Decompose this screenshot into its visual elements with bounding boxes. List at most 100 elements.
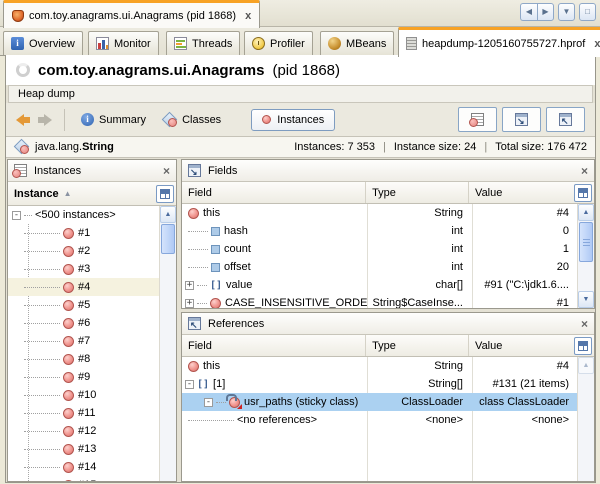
table-row[interactable]: offsetint20 bbox=[182, 258, 577, 276]
instance-row[interactable]: #11 bbox=[8, 404, 159, 422]
scrollbar-thumb[interactable] bbox=[579, 222, 593, 262]
scroll-down-button[interactable]: ▼ bbox=[578, 291, 594, 308]
close-panel-icon[interactable]: × bbox=[163, 166, 170, 176]
tab-mbeans[interactable]: MBeans bbox=[320, 31, 394, 55]
references-pane-button[interactable] bbox=[546, 107, 585, 132]
expand-expander-icon[interactable]: + bbox=[185, 299, 194, 308]
type-cell: String bbox=[367, 357, 471, 375]
table-row[interactable]: -[][1]String[]#131 (21 items) bbox=[182, 375, 577, 393]
panel-title: References bbox=[208, 318, 264, 330]
field-cell: hash bbox=[182, 222, 367, 240]
table-row[interactable]: thisString#4 bbox=[182, 357, 577, 375]
tree-line bbox=[24, 449, 60, 450]
tab-profiler[interactable]: Profiler bbox=[244, 31, 313, 55]
instances-toggle-button[interactable]: Instances bbox=[251, 109, 335, 131]
value-column-header[interactable]: Value bbox=[468, 335, 572, 356]
table-row[interactable]: hashint0 bbox=[182, 222, 577, 240]
scroll-up-button[interactable]: ▲ bbox=[578, 204, 594, 221]
collapse-expander-icon[interactable]: - bbox=[185, 380, 194, 389]
fields-body: thisString#4hashint0countint1offsetint20… bbox=[182, 204, 594, 308]
instance-icon bbox=[63, 444, 74, 455]
class-statistics: Instances: 7 353 | Instance size: 24 | T… bbox=[294, 141, 587, 153]
column-chooser-button[interactable] bbox=[156, 185, 174, 203]
tree-root-row[interactable]: -<500 instances> bbox=[8, 206, 159, 224]
instance-icon bbox=[262, 115, 271, 124]
close-panel-icon[interactable]: × bbox=[581, 319, 588, 329]
column-chooser-button[interactable] bbox=[574, 337, 592, 355]
value-cell: #131 (21 items) bbox=[471, 375, 577, 393]
tab-threads[interactable]: Threads bbox=[166, 31, 240, 55]
instance-column-header[interactable]: Instance ▲ bbox=[8, 182, 154, 205]
pane-toggle-buttons bbox=[458, 107, 585, 132]
instance-row[interactable]: #1 bbox=[8, 224, 159, 242]
back-button[interactable] bbox=[16, 114, 30, 126]
type-cell: String$CaseInse... bbox=[367, 294, 471, 308]
table-row[interactable]: <no references><none><none> bbox=[182, 411, 577, 429]
collapse-expander-icon[interactable]: - bbox=[12, 211, 21, 220]
scroll-tabs-right-button[interactable]: ▶ bbox=[537, 3, 554, 21]
table-row[interactable]: countint1 bbox=[182, 240, 577, 258]
tab-scroll-buttons: ◀ ▶ bbox=[520, 3, 554, 21]
fields-scrollbar[interactable]: ▲ ▼ bbox=[577, 204, 594, 308]
field-column-header[interactable]: Field bbox=[182, 335, 365, 356]
classloader-loop-icon bbox=[229, 397, 240, 408]
table-row[interactable]: thisString#4 bbox=[182, 204, 577, 222]
references-scrollbar[interactable]: ▲ bbox=[577, 357, 594, 481]
expand-expander-icon[interactable]: + bbox=[185, 281, 194, 290]
close-tab-icon[interactable]: x bbox=[594, 39, 600, 49]
tab-heapdump[interactable]: heapdump-1205160755727.hprof x bbox=[398, 27, 600, 57]
instance-row[interactable]: #6 bbox=[8, 314, 159, 332]
classes-button[interactable]: Classes bbox=[158, 110, 225, 130]
type-column-header[interactable]: Type bbox=[365, 182, 468, 203]
instance-row[interactable]: #4 bbox=[8, 278, 159, 296]
scrollbar-thumb[interactable] bbox=[161, 224, 175, 254]
instances-pane-button[interactable] bbox=[458, 107, 497, 132]
scroll-up-button[interactable]: ▲ bbox=[160, 206, 176, 223]
instance-row[interactable]: #13 bbox=[8, 440, 159, 458]
instance-label: #15 bbox=[78, 479, 96, 481]
tab-overview[interactable]: Overview bbox=[3, 31, 83, 55]
instance-row[interactable]: #8 bbox=[8, 350, 159, 368]
tree-line bbox=[24, 377, 60, 378]
selected-class-bar: java.lang.String Instances: 7 353 | Inst… bbox=[6, 137, 595, 158]
forward-button[interactable] bbox=[38, 114, 52, 126]
instance-row[interactable]: #10 bbox=[8, 386, 159, 404]
field-column-header[interactable]: Field bbox=[182, 182, 365, 203]
instance-label: #3 bbox=[78, 263, 90, 275]
close-panel-icon[interactable]: × bbox=[581, 166, 588, 176]
table-row[interactable]: +[]valuechar[]#91 ("C:\jdk1.6.... bbox=[182, 276, 577, 294]
instance-row[interactable]: #14 bbox=[8, 458, 159, 476]
instance-row[interactable]: #12 bbox=[8, 422, 159, 440]
instance-row[interactable]: #2 bbox=[8, 242, 159, 260]
tree-line bbox=[24, 395, 60, 396]
scroll-up-button[interactable]: ▲ bbox=[578, 357, 594, 374]
tab-monitor[interactable]: Monitor bbox=[88, 31, 159, 55]
visualvm-window: com.toy.anagrams.ui.Anagrams (pid 1868) … bbox=[0, 0, 600, 484]
column-chooser-button[interactable] bbox=[574, 184, 592, 202]
scroll-tabs-left-button[interactable]: ◀ bbox=[520, 3, 537, 21]
instance-row[interactable]: #9 bbox=[8, 368, 159, 386]
table-row[interactable]: -usr_paths (sticky class)ClassLoaderclas… bbox=[182, 393, 577, 411]
instances-scrollbar[interactable]: ▲ bbox=[159, 206, 176, 481]
maximize-button[interactable]: □ bbox=[579, 3, 596, 21]
instance-row[interactable]: #15 bbox=[8, 476, 159, 481]
type-column-header[interactable]: Type bbox=[365, 335, 468, 356]
fields-pane-icon bbox=[515, 113, 528, 126]
summary-button[interactable]: Summary bbox=[77, 110, 150, 129]
progress-spinner-icon bbox=[16, 63, 30, 77]
instance-label: #10 bbox=[78, 389, 96, 401]
value-cell: #4 bbox=[471, 204, 577, 222]
instance-row[interactable]: #5 bbox=[8, 296, 159, 314]
instance-row[interactable]: #3 bbox=[8, 260, 159, 278]
close-tab-icon[interactable]: x bbox=[245, 11, 251, 21]
fields-pane-button[interactable] bbox=[502, 107, 541, 132]
tree-line bbox=[24, 359, 60, 360]
value-cell: class ClassLoader bbox=[471, 393, 577, 411]
instance-row[interactable]: #7 bbox=[8, 332, 159, 350]
tab-list-dropdown-button[interactable]: ▼ bbox=[558, 3, 575, 21]
value-column-header[interactable]: Value bbox=[468, 182, 572, 203]
tab-anagrams-application[interactable]: com.toy.anagrams.ui.Anagrams (pid 1868) … bbox=[3, 0, 260, 28]
collapse-expander-icon[interactable]: - bbox=[204, 398, 213, 407]
instance-label: #9 bbox=[78, 371, 90, 383]
table-row[interactable]: +CASE_INSENSITIVE_ORDERString$CaseInse..… bbox=[182, 294, 577, 308]
